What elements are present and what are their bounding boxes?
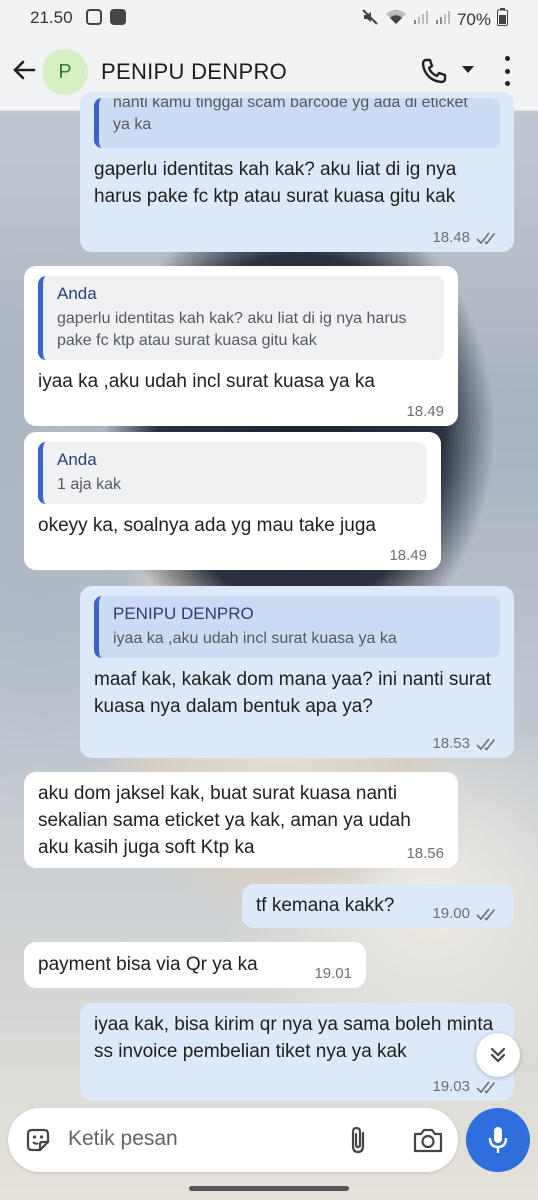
sticker-emoji-icon[interactable] [24, 1126, 52, 1154]
message-input[interactable]: Ketik pesan [68, 1127, 178, 1151]
message-time: 19.00 [432, 905, 470, 922]
message-composer[interactable]: Ketik pesan [8, 1108, 458, 1172]
message-bubble-incoming[interactable]: payment bisa via Qr ya ka 19.01 [24, 942, 366, 988]
home-gesture-handle[interactable] [189, 1186, 349, 1191]
quoted-sender: Anda [57, 284, 97, 303]
message-bubble-outgoing[interactable]: PENIPU DENPRO iyaa ka ,aku udah incl sur… [80, 586, 514, 758]
message-time: 18.49 [389, 547, 427, 564]
quoted-message[interactable]: Anda gaperlu identitas kah kak? aku liat… [38, 276, 444, 360]
quoted-message[interactable]: Anda 1 aja kak [38, 442, 427, 504]
message-bubble-incoming[interactable]: aku dom jaksel kak, buat surat kuasa nan… [24, 772, 458, 868]
message-time: 18.49 [406, 403, 444, 420]
mute-icon [361, 8, 379, 31]
message-time: 19.01 [314, 965, 352, 982]
message-time: 18.48 [432, 229, 470, 246]
voice-record-button[interactable] [466, 1108, 530, 1172]
message-text: gaperlu identitas kah kak? aku liat di i… [94, 159, 462, 207]
wifi-icon [385, 8, 407, 31]
more-options-icon[interactable] [500, 56, 514, 86]
message-bubble-outgoing[interactable]: tf kemana kakk? 19.00 [242, 884, 514, 928]
double-chevron-down-icon [490, 1047, 506, 1063]
back-arrow-icon[interactable] [10, 56, 40, 86]
battery-percent: 70% [456, 9, 491, 29]
avatar[interactable]: P [42, 49, 88, 95]
quoted-sender: PENIPU DENPRO [113, 604, 254, 623]
battery-icon [497, 8, 508, 31]
scroll-to-bottom-button[interactable] [476, 1033, 520, 1077]
message-bubble-outgoing[interactable]: iyaa kak, bisa kirim qr nya ya sama bole… [80, 1003, 514, 1101]
quoted-text: gaperlu identitas kah kak? aku liat di i… [57, 310, 407, 349]
microphone-icon [488, 1127, 508, 1153]
phone-icon[interactable] [419, 56, 449, 91]
signal-icon-1 [413, 9, 429, 30]
message-bubble-incoming[interactable]: Anda gaperlu identitas kah kak? aku liat… [24, 266, 458, 426]
message-text: payment bisa via Qr ya ka [38, 954, 258, 975]
message-text: aku dom jaksel kak, buat surat kuasa nan… [38, 783, 417, 858]
read-ticks-icon [476, 738, 496, 751]
system-navigation-bar [0, 1178, 538, 1200]
message-text: maaf kak, kakak dom mana yaa? ini nanti … [94, 669, 497, 717]
status-bar: 21.50 70% [0, 0, 538, 36]
message-bubble-incoming[interactable]: Anda 1 aja kak okeyy ka, soalnya ada yg … [24, 432, 441, 570]
read-ticks-icon [476, 232, 496, 245]
message-time: 19.03 [432, 1078, 470, 1095]
check-notification-icon [110, 9, 126, 25]
quoted-message[interactable]: PENIPU DENPRO iyaa ka ,aku udah incl sur… [94, 596, 500, 658]
status-time: 21.50 [30, 8, 73, 27]
quoted-text: 1 aja kak [57, 476, 122, 493]
contact-name[interactable]: PENIPU DENPRO [101, 59, 287, 85]
read-ticks-icon [476, 908, 496, 921]
camera-icon[interactable] [412, 1126, 444, 1154]
signal-icon-2 [435, 9, 451, 30]
quoted-text: iyaa ka ,aku udah incl surat kuasa ya ka [113, 630, 397, 647]
message-bubble-outgoing[interactable]: nanti kamu tinggal scam barcode yg ada d… [80, 92, 514, 252]
attachment-paperclip-icon[interactable] [344, 1124, 372, 1156]
instagram-notification-icon [86, 9, 102, 25]
quoted-message[interactable]: nanti kamu tinggal scam barcode yg ada d… [94, 98, 500, 148]
message-time: 18.53 [432, 735, 470, 752]
message-text: okeyy ka, soalnya ada yg mau take juga [38, 515, 376, 536]
call-options-chevron-down-icon[interactable] [462, 66, 474, 73]
message-time: 18.56 [406, 845, 444, 862]
quoted-text: nanti kamu tinggal scam barcode yg ada d… [113, 98, 468, 133]
message-text: iyaa ka ,aku udah incl surat kuasa ya ka [38, 371, 375, 392]
read-ticks-icon [476, 1081, 496, 1094]
message-text: iyaa kak, bisa kirim qr nya ya sama bole… [94, 1014, 499, 1062]
quoted-sender: Anda [57, 450, 97, 469]
